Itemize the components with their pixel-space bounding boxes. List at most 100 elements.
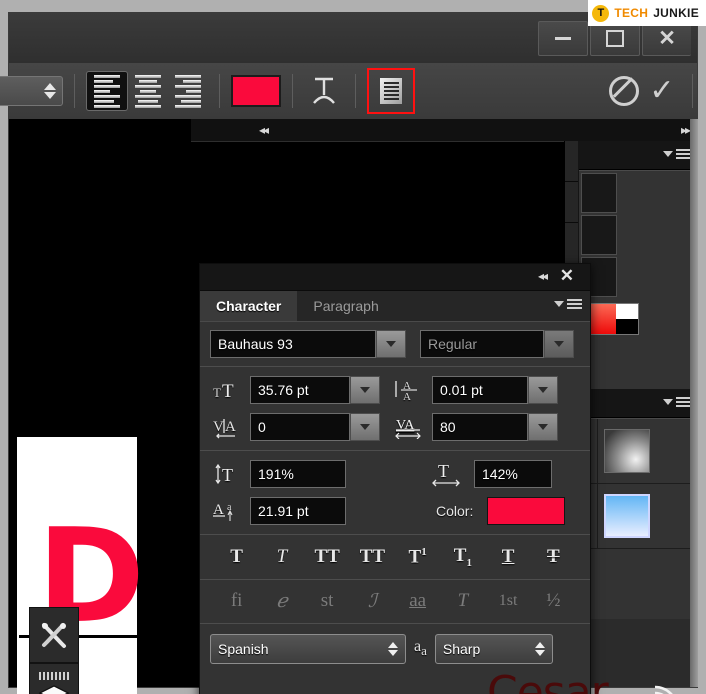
chevron-down-icon (386, 341, 396, 347)
align-right-button[interactable] (168, 72, 208, 110)
metal-style-thumbnail[interactable] (604, 429, 650, 473)
leading-dropdown-button[interactable] (528, 376, 558, 404)
discretionary-ligatures-button[interactable]: ℯ (269, 590, 295, 613)
underline-button[interactable]: T (495, 546, 521, 568)
font-size-combo[interactable]: 35.76 pt (250, 376, 380, 404)
close-button[interactable]: ✕ (642, 21, 691, 56)
swatch-item[interactable] (581, 173, 617, 213)
tab-character[interactable]: Character (200, 291, 298, 321)
style-row[interactable] (579, 484, 697, 549)
leading-value[interactable]: 0.01 pt (432, 376, 528, 404)
character-panel-menu-icon[interactable] (554, 299, 582, 309)
align-center-button[interactable] (128, 72, 168, 110)
standard-ligatures-button[interactable]: fi (224, 590, 250, 612)
baseline-shift-icon: A a (210, 496, 244, 526)
window-right-edge (690, 119, 698, 687)
superscript-button[interactable]: T1 (405, 546, 431, 568)
collapsed-panel-tab[interactable] (565, 182, 579, 223)
font-style-buttons-row-2: fi ℯ st ℐ aа T 1st ½ (200, 580, 590, 624)
antialias-select[interactable]: Sharp (434, 633, 553, 664)
antialias-value: Sharp (442, 640, 481, 657)
faux-italic-button[interactable]: T (269, 546, 295, 568)
text-color-swatch[interactable] (231, 75, 281, 107)
swatches-panel-menu-icon[interactable] (663, 149, 691, 159)
minimize-button[interactable] (538, 21, 588, 56)
tool-presets-button[interactable] (29, 607, 79, 663)
cancel-icon (609, 76, 639, 106)
align-left-icon (94, 74, 120, 108)
font-style-value[interactable]: Regular (420, 330, 544, 358)
dock-collapse-left-button[interactable]: ◂◂ (259, 123, 269, 137)
blue-glass-style-thumbnail[interactable] (604, 494, 650, 538)
text-color-swatch[interactable] (487, 497, 566, 525)
warp-text-button[interactable] (304, 71, 344, 111)
dock-expand-right-button[interactable]: ▸▸ (681, 123, 691, 137)
contextual-alternates-button[interactable]: st (314, 590, 340, 612)
strikethrough-button[interactable]: T (540, 546, 566, 568)
scale-section: T 191% T 142% A a 21.91 pt Color: (200, 451, 590, 535)
application-window: ✕ ✓ D ◂◂ ▸▸ ◂◂ ✕ Character Paragraph Bau… (0, 12, 698, 694)
ordinals-button[interactable]: 1st (495, 592, 521, 610)
color-label: Color: (436, 503, 474, 519)
kerning-value[interactable]: 0 (250, 413, 350, 441)
font-style-combo[interactable]: Regular (420, 330, 574, 358)
font-family-dropdown-button[interactable] (376, 330, 406, 358)
cancel-edits-button[interactable] (605, 72, 643, 110)
toggle-character-paragraph-panels-button[interactable] (367, 68, 415, 114)
kerning-icon: V A (210, 412, 244, 442)
swatch-list (579, 171, 697, 341)
all-caps-button[interactable]: TT (314, 546, 340, 568)
panel-close-button[interactable]: ✕ (560, 266, 574, 286)
small-caps-button[interactable]: TT (359, 546, 385, 568)
size-leading-row: T T 35.76 pt A A 0.01 pt (210, 375, 580, 405)
faux-bold-button[interactable]: T (224, 546, 250, 568)
font-size-dropdown-button[interactable] (350, 376, 380, 404)
subscript-button[interactable]: T1 (450, 545, 476, 569)
close-icon: ✕ (658, 27, 676, 50)
tab-paragraph[interactable]: Paragraph (297, 291, 394, 321)
kerning-combo[interactable]: 0 (250, 413, 380, 441)
svg-text:VA: VA (396, 418, 415, 433)
swatches-panel-header[interactable] (579, 141, 697, 170)
horizontal-scale-value[interactable]: 142% (474, 460, 552, 488)
metrics-section: T T 35.76 pt A A 0.01 pt V A 0 VA 80 (200, 367, 590, 451)
toolbar-divider (74, 74, 75, 108)
collapsed-panel-tab[interactable] (565, 141, 579, 182)
vertical-scale-value[interactable]: 191% (250, 460, 346, 488)
oldstyle-button[interactable]: aа (405, 590, 431, 612)
commit-edits-button[interactable]: ✓ (643, 72, 681, 110)
maximize-icon (606, 30, 624, 47)
fractions-button[interactable]: ½ (540, 590, 566, 612)
swatch-item[interactable] (581, 215, 617, 255)
style-row[interactable] (579, 419, 697, 484)
tracking-dropdown-button[interactable] (528, 413, 558, 441)
font-family-value[interactable]: Bauhaus 93 (210, 330, 376, 358)
font-style-dropdown-button[interactable] (544, 330, 574, 358)
tracking-value[interactable]: 80 (432, 413, 528, 441)
dock-collapse-bar: ◂◂ ▸▸ (191, 119, 697, 142)
tracking-combo[interactable]: 80 (432, 413, 558, 441)
language-value: Spanish (218, 640, 269, 657)
font-family-combo[interactable]: Bauhaus 93 (210, 330, 406, 358)
align-left-button[interactable] (86, 71, 128, 111)
checkmark-icon: ✓ (649, 74, 675, 107)
toolbar-divider (692, 74, 693, 108)
stepper-arrows-icon (44, 83, 56, 99)
baseline-shift-value[interactable]: 21.91 pt (250, 497, 346, 525)
3d-object-button[interactable] (29, 663, 79, 694)
chevron-down-icon (360, 424, 370, 430)
styles-panel-header[interactable] (579, 389, 697, 418)
swash-button[interactable]: ℐ (359, 590, 385, 613)
right-dock (578, 141, 697, 687)
maximize-button[interactable] (590, 21, 640, 56)
titling-alternates-button[interactable]: T (450, 590, 476, 612)
leading-combo[interactable]: 0.01 pt (432, 376, 558, 404)
font-size-value[interactable]: 35.76 pt (250, 376, 350, 404)
font-size-stepper[interactable] (0, 76, 63, 106)
language-select[interactable]: Spanish (210, 633, 406, 664)
chevron-down-icon (360, 387, 370, 393)
styles-panel-menu-icon[interactable] (663, 397, 691, 407)
kerning-dropdown-button[interactable] (350, 413, 380, 441)
panel-collapse-button[interactable]: ◂◂ (538, 269, 548, 283)
techjunkie-text-tech: TECH (614, 6, 649, 20)
